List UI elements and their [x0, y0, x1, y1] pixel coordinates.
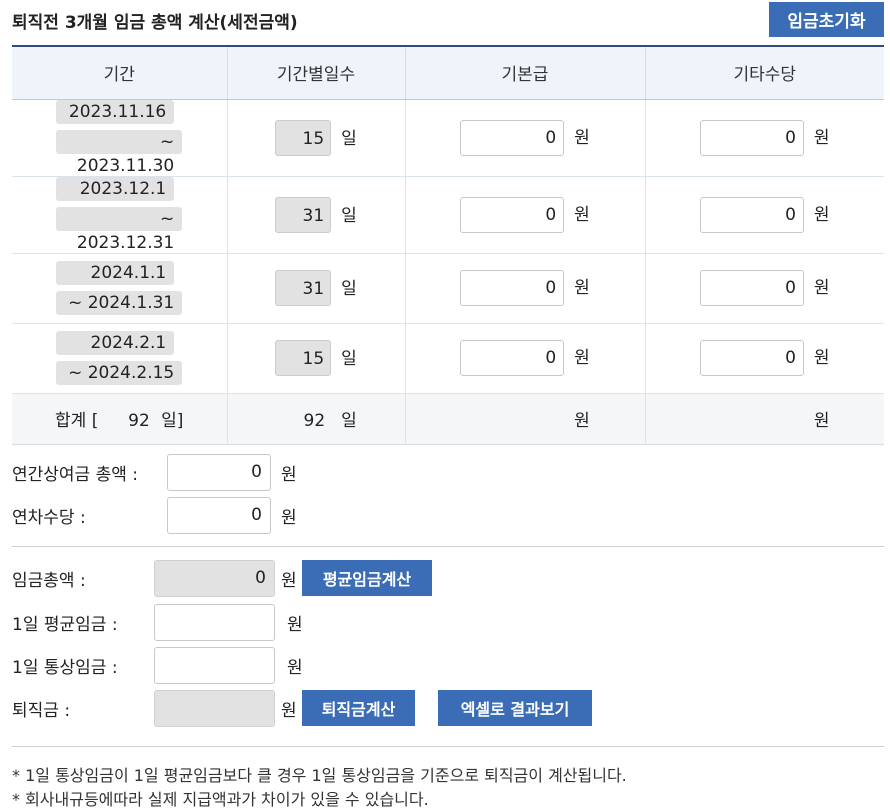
wage-table: 기간 기간별일수 기본급 기타수당 2023.11.16 ~ 2023.11.30…	[12, 45, 884, 445]
severance-row: 퇴직금 : 원	[12, 690, 297, 727]
other-allowance-input[interactable]: 0	[699, 196, 804, 233]
severance-calc-button[interactable]: 퇴직금계산	[302, 690, 415, 726]
won-unit: 원	[574, 127, 590, 148]
daily-average-row: 1일 평균임금 : 원	[12, 604, 303, 641]
period-from: 2024.2.1	[56, 331, 175, 355]
reset-wage-button[interactable]: 임금초기화	[769, 2, 884, 37]
period-to: ~ 2023.12.31	[56, 206, 183, 253]
page-title: 퇴직전 3개월 임금 총액 계산(세전금액)	[12, 13, 298, 33]
table-row: 2024.1.1 ~ 2024.1.31 31 일 0원 0원	[12, 253, 884, 324]
table-row: 2024.2.1 ~ 2024.2.15 15 일 0원 0원	[12, 323, 884, 394]
annual-leave-input[interactable]: 0	[167, 497, 271, 534]
won-unit: 원	[574, 278, 590, 298]
average-wage-calc-button[interactable]: 평균임금계산	[302, 560, 432, 596]
won-unit: 원	[281, 571, 297, 591]
daily-average-label: 1일 평균임금 :	[12, 615, 118, 635]
won-unit: 원	[813, 127, 830, 148]
annual-bonus-row: 연간상여금 총액 : 0 원	[12, 454, 297, 491]
won-unit: 원	[813, 278, 830, 298]
base-pay-input[interactable]: 0	[460, 270, 565, 306]
won-unit: 원	[574, 411, 590, 431]
days-field: 15	[275, 119, 332, 156]
base-pay-input[interactable]: 0	[460, 340, 565, 376]
period-from: 2023.11.16	[56, 99, 175, 124]
annual-bonus-input[interactable]: 0	[167, 454, 271, 491]
other-allowance-input[interactable]: 0	[699, 119, 804, 156]
day-unit: 일	[341, 205, 357, 226]
won-unit: 원	[281, 701, 297, 721]
won-unit: 원	[281, 465, 297, 485]
period-from: 2024.1.1	[56, 261, 175, 285]
period-to: ~ 2023.11.30	[56, 129, 183, 176]
total-wage-label: 임금총액 :	[12, 571, 86, 591]
day-unit: 일	[341, 128, 357, 149]
severance-label: 퇴직금 :	[12, 701, 71, 721]
won-unit: 원	[287, 658, 303, 678]
daily-ordinary-label: 1일 통상임금 :	[12, 658, 118, 678]
divider	[12, 546, 884, 547]
sum-days-bracket: 92	[128, 411, 150, 431]
sum-label: 합계 [	[55, 411, 99, 431]
total-wage-row: 임금총액 : 0 원	[12, 560, 297, 597]
period-to: ~ 2024.2.15	[56, 361, 183, 385]
daily-ordinary-field[interactable]	[154, 647, 275, 684]
base-pay-input[interactable]: 0	[460, 196, 565, 233]
period-to: ~ 2024.1.31	[56, 291, 183, 315]
day-unit: 일	[341, 349, 357, 369]
won-unit: 원	[574, 348, 590, 368]
excel-result-button[interactable]: 엑셀로 결과보기	[438, 690, 592, 726]
annual-bonus-label: 연간상여금 총액 :	[12, 465, 139, 485]
days-field: 31	[275, 196, 332, 233]
table-row: 2023.11.16 ~ 2023.11.30 15 일 0원 0원	[12, 99, 884, 177]
severance-field	[154, 690, 275, 727]
won-unit: 원	[281, 508, 297, 528]
sum-row: 합계 [ 92 일] 92 일 원 원	[12, 392, 884, 445]
note-line: * 1일 통상임금이 1일 평균임금보다 클 경우 1일 통상임금을 기준으로 …	[12, 766, 627, 785]
won-unit: 원	[287, 615, 303, 635]
sum-close: 일]	[161, 411, 184, 431]
days-field: 15	[275, 340, 332, 376]
sum-total-days: 92	[303, 411, 326, 431]
total-wage-field: 0	[154, 560, 275, 597]
daily-ordinary-row: 1일 통상임금 : 원	[12, 647, 303, 684]
divider	[12, 746, 884, 747]
col-base-pay: 기본급	[404, 46, 645, 100]
col-days: 기간별일수	[226, 46, 405, 100]
won-unit: 원	[813, 204, 830, 225]
annual-leave-label: 연차수당 :	[12, 508, 86, 528]
day-unit: 일	[341, 411, 357, 431]
won-unit: 원	[813, 411, 830, 431]
won-unit: 원	[813, 348, 830, 368]
note-line: * 회사내규등에따라 실제 지급액과가 차이가 있을 수 있습니다.	[12, 790, 429, 809]
col-other-allowance: 기타수당	[644, 46, 884, 100]
col-period: 기간	[12, 46, 227, 100]
won-unit: 원	[574, 204, 590, 225]
annual-leave-row: 연차수당 : 0 원	[12, 497, 297, 534]
day-unit: 일	[341, 279, 357, 299]
base-pay-input[interactable]: 0	[460, 119, 565, 156]
period-from: 2023.12.1	[56, 176, 175, 201]
table-row: 2023.12.1 ~ 2023.12.31 31 일 0원 0원	[12, 176, 884, 254]
other-allowance-input[interactable]: 0	[699, 340, 804, 376]
days-field: 31	[275, 270, 332, 306]
daily-average-field[interactable]	[154, 604, 275, 641]
other-allowance-input[interactable]: 0	[699, 270, 804, 306]
